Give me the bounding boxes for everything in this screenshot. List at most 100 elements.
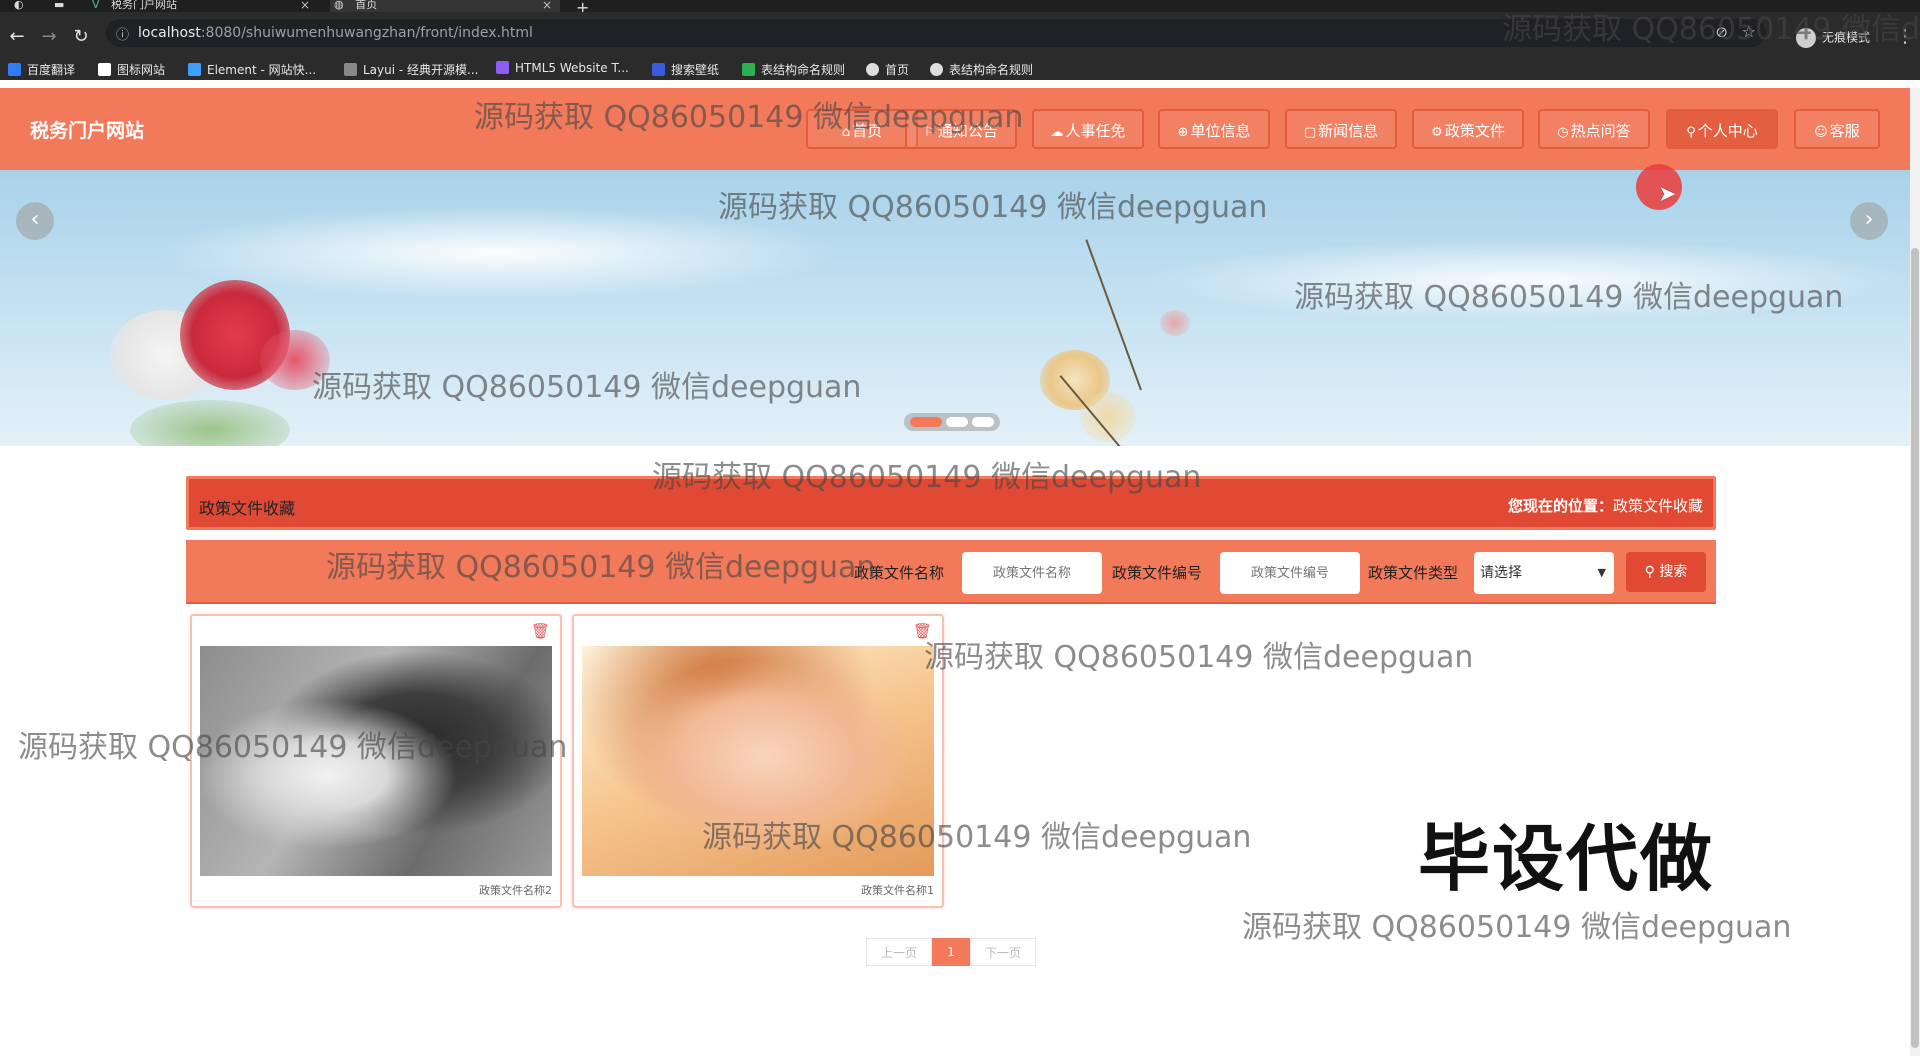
search-button[interactable]: ⚲ 搜索 bbox=[1626, 552, 1706, 592]
bookmark-item[interactable]: Element - 网站快... bbox=[188, 61, 316, 78]
next-page-button[interactable]: 下一页 bbox=[970, 938, 1036, 966]
prev-page-button[interactable]: 上一页 bbox=[866, 938, 932, 966]
nav-label: 人事任免 bbox=[1065, 122, 1126, 140]
big-watermark: 毕设代做 bbox=[1418, 817, 1715, 901]
url-host: localhost bbox=[138, 25, 201, 41]
bookmark-item[interactable]: 搜索壁纸 bbox=[652, 61, 719, 78]
bookmarks-bar: 百度翻译 图标网站 Element - 网站快... Layui - 经典开源模… bbox=[0, 58, 1920, 80]
nav-policy[interactable]: ⚙ 政策文件 bbox=[1412, 109, 1524, 149]
browser-toolbar: ← → ↻ ⓘ localhost:8080/shuiwumenhuwangzh… bbox=[0, 12, 1920, 62]
favorite-card[interactable]: 🗑 政策文件名称1 bbox=[572, 614, 944, 908]
element-logo-icon bbox=[188, 63, 201, 76]
incognito-indicator[interactable]: 无痕模式 bbox=[1796, 28, 1870, 48]
globe-icon bbox=[866, 63, 879, 76]
close-icon[interactable]: × bbox=[542, 0, 552, 11]
bookmark-label: HTML5 Website T... bbox=[515, 61, 629, 75]
card-image-girl[interactable] bbox=[582, 646, 934, 876]
bookmark-item[interactable]: 首页 bbox=[866, 61, 909, 78]
site-logo[interactable]: 税务门户网站 bbox=[30, 116, 144, 143]
policy-number-input[interactable] bbox=[1220, 552, 1360, 594]
browser-tab-2[interactable]: ◍ 首页 × bbox=[330, 0, 560, 12]
cursor-icon: ➤ bbox=[1658, 182, 1677, 207]
bookmark-label: 图标网站 bbox=[117, 63, 166, 77]
select-value: 请选择 bbox=[1480, 565, 1522, 581]
layui-logo-icon bbox=[344, 63, 357, 76]
page: ◐ ▬ V 税务门户网站 × ◍ 首页 × + ← → ↻ ⓘ localhos… bbox=[0, 0, 1920, 1056]
nav-personnel[interactable]: ☁ 人事任免 bbox=[1032, 109, 1144, 149]
bookmark-item[interactable]: 表结构命名规则 bbox=[930, 61, 1033, 78]
nav-qa[interactable]: ◷ 热点问答 bbox=[1538, 109, 1650, 149]
user-icon: ⚲ bbox=[1686, 125, 1696, 140]
nav-label: 通知公告 bbox=[937, 122, 998, 140]
globe-icon: ⊕ bbox=[1177, 125, 1189, 140]
nav-label: 单位信息 bbox=[1190, 122, 1251, 140]
star-icon[interactable]: ☆ bbox=[1742, 22, 1756, 41]
browser-tab-strip: ◐ ▬ V 税务门户网站 × ◍ 首页 × + bbox=[0, 0, 1920, 17]
carousel-dot[interactable] bbox=[972, 417, 994, 427]
eye-off-icon[interactable]: ⊘ bbox=[1715, 23, 1728, 41]
nav-label: 客服 bbox=[1829, 122, 1860, 140]
bookmark-label: 搜索壁纸 bbox=[671, 63, 720, 77]
bookmark-label: 百度翻译 bbox=[27, 63, 76, 77]
carousel-dot[interactable] bbox=[910, 417, 942, 427]
nav-label: 新闻信息 bbox=[1318, 122, 1379, 140]
browser-tab-label: 首页 bbox=[355, 0, 378, 11]
location-value[interactable]: 政策文件收藏 bbox=[1613, 497, 1703, 515]
card-caption: 政策文件名称2 bbox=[479, 884, 552, 897]
page-number-button[interactable]: 1 bbox=[932, 938, 970, 966]
bookmark-favicon-icon bbox=[8, 63, 21, 76]
banner-carousel[interactable]: ‹ › bbox=[0, 170, 1910, 446]
page-title: 政策文件收藏 bbox=[199, 499, 296, 518]
trash-icon[interactable]: 🗑 bbox=[913, 622, 932, 640]
browser-tab-1[interactable]: V 税务门户网站 × bbox=[92, 0, 318, 12]
carousel-dot[interactable] bbox=[946, 417, 968, 427]
address-bar[interactable]: ⓘ localhost:8080/shuiwumenhuwangzhan/fro… bbox=[106, 19, 1766, 47]
nav-unit[interactable]: ⊕ 单位信息 bbox=[1158, 109, 1270, 149]
nav-news[interactable]: ▢ 新闻信息 bbox=[1285, 109, 1397, 149]
bookmark-item[interactable]: 图标网站 bbox=[98, 61, 165, 78]
cloud-icon: ☁ bbox=[1050, 125, 1064, 140]
banner-flower bbox=[130, 400, 290, 446]
nav-service[interactable]: ☺ 客服 bbox=[1794, 109, 1880, 149]
browser-tab-label: 税务门户网站 bbox=[111, 0, 178, 11]
search-bar: 政策文件名称 政策文件编号 政策文件类型 请选择 ▼ ⚲ 搜索 bbox=[186, 540, 1716, 604]
bookmark-item[interactable]: 百度翻译 bbox=[8, 61, 75, 78]
bookmark-label: 首页 bbox=[885, 63, 910, 77]
incognito-label: 无痕模式 bbox=[1822, 30, 1871, 45]
url-path: :8080/shuiwumenhuwangzhan/front/index.ht… bbox=[200, 25, 533, 41]
trash-icon[interactable]: 🗑 bbox=[531, 622, 550, 640]
bookmark-item[interactable]: Layui - 经典开源模... bbox=[344, 61, 478, 78]
card-image-husky[interactable] bbox=[200, 646, 552, 876]
carousel-next-button[interactable]: › bbox=[1850, 202, 1888, 240]
nav-profile[interactable]: ⚲ 个人中心 bbox=[1666, 109, 1778, 149]
clock-icon: ◷ bbox=[1557, 125, 1569, 140]
reload-icon[interactable]: ↻ bbox=[70, 26, 92, 47]
bookmark-item[interactable]: HTML5 Website T... bbox=[496, 61, 629, 75]
html5-icon bbox=[496, 61, 509, 74]
nav-notice[interactable]: ⚐ 通知公告 bbox=[905, 109, 1017, 149]
close-icon[interactable]: × bbox=[300, 0, 310, 11]
more-menu-icon[interactable]: ⋮ bbox=[1896, 26, 1914, 47]
breadcrumb-location: 您现在的位置：政策文件收藏 bbox=[1508, 495, 1703, 516]
wallpaper-icon bbox=[652, 63, 665, 76]
forward-arrow-icon[interactable]: → bbox=[38, 26, 60, 47]
bookmark-item[interactable]: 表结构命名规则 bbox=[742, 61, 845, 78]
scrollbar-thumb[interactable] bbox=[1911, 248, 1919, 1048]
gear-icon: ⚙ bbox=[1431, 125, 1443, 140]
carousel-prev-button[interactable]: ‹ bbox=[16, 202, 54, 240]
favorite-card[interactable]: 🗑 政策文件名称2 bbox=[190, 614, 562, 908]
tab-page-icon: ▬ bbox=[54, 0, 65, 11]
sheet-icon bbox=[742, 63, 755, 76]
nav-label: 个人中心 bbox=[1697, 122, 1758, 140]
site-info-icon[interactable]: ⓘ bbox=[116, 24, 129, 43]
breadcrumb: 政策文件收藏 您现在的位置：政策文件收藏 bbox=[186, 476, 1716, 530]
policy-number-label: 政策文件编号 bbox=[1112, 564, 1203, 582]
nav-label: 热点问答 bbox=[1570, 122, 1631, 140]
back-arrow-icon[interactable]: ← bbox=[6, 26, 28, 47]
policy-name-input[interactable] bbox=[962, 552, 1102, 594]
policy-type-select[interactable]: 请选择 ▼ bbox=[1474, 552, 1614, 594]
nav-home[interactable]: ⌂ 首页 bbox=[806, 109, 918, 149]
page-scrollbar[interactable] bbox=[1910, 88, 1920, 1056]
incognito-icon bbox=[1796, 28, 1816, 48]
flag-icon bbox=[98, 63, 111, 76]
